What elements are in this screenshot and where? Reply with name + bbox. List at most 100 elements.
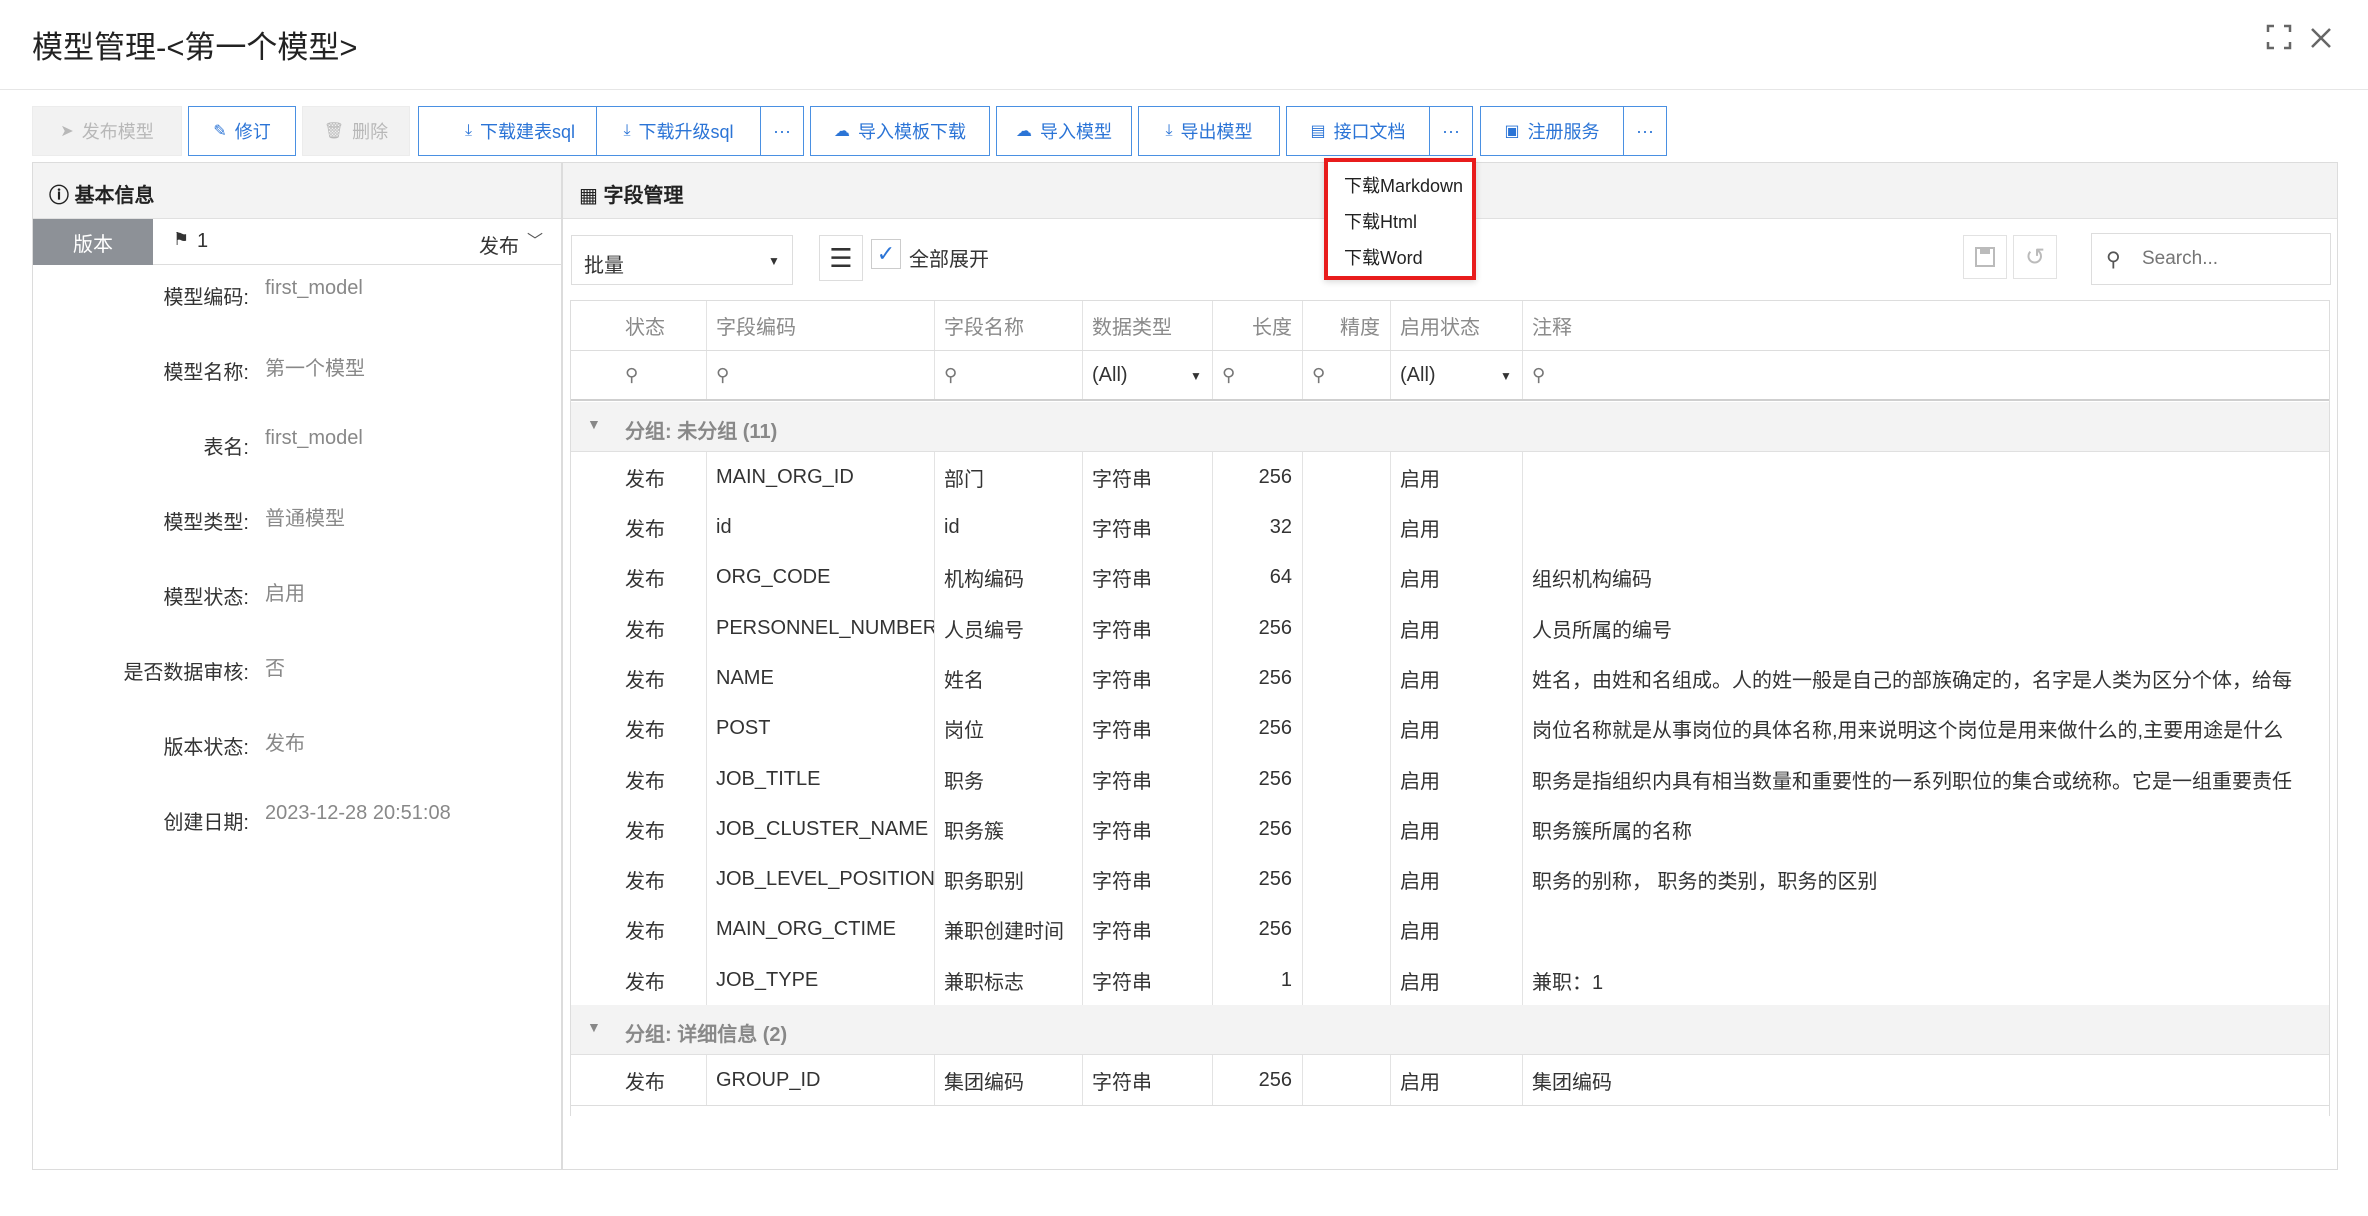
table-row[interactable]: 发布 GROUP_ID 集团编码 字符串 256 启用 集团编码	[571, 1055, 2329, 1106]
table-cell: 组织机构编码	[1532, 569, 1652, 592]
filter-search[interactable]: ⚲	[934, 351, 1082, 399]
import-template-download-button[interactable]: ☁ 导入模板下载	[810, 106, 990, 156]
col-enabled[interactable]: 启用状态	[1390, 301, 1522, 350]
import-model-button[interactable]: ☁ 导入模型	[996, 106, 1132, 156]
table-cell: 集团编码	[1532, 1071, 1612, 1094]
filter-search[interactable]: ⚲	[571, 351, 706, 399]
upgrade-sql-more-button[interactable]: ···	[760, 106, 804, 156]
table-row[interactable]: 发布 JOB_TITLE 职务 字符串 256 启用 职务是指组织内具有相当数量和重要性的一…	[571, 753, 2329, 805]
delete-button[interactable]: 🗑 删除	[302, 106, 410, 156]
close-icon[interactable]	[2304, 24, 2338, 58]
table-cell: 字符串	[1092, 770, 1152, 793]
table-row[interactable]: 发布 MAIN_ORG_CTIME 兼职创建时间 字符串 256 启用	[571, 904, 2329, 956]
expand-all-checkbox[interactable]: ✓	[871, 239, 901, 269]
group-row[interactable]: ▼ 分组: 详细信息 (2)	[571, 1005, 2329, 1055]
table-cell: 256	[1258, 767, 1292, 790]
table-cell	[1302, 704, 1390, 755]
download-markdown-item[interactable]: 下载Markdown	[1344, 172, 1463, 198]
basic-info-panel: ⓘ 基本信息 版本 ⚑ 1 发布 ﹀ 模型编码: first_model 模型名称:…	[32, 162, 563, 1170]
filter-search[interactable]: ⚲	[1302, 351, 1390, 399]
field-grid: 状态 字段编码 字段名称 数据类型 长度 精度 启用状态 注释 ⚲ ⚲ ⚲ (All) ▼ ⚲ ⚲ (All…	[570, 300, 2330, 1116]
table-cell: PERSONNEL_NUMBER	[716, 616, 934, 639]
version-tab[interactable]: 版本	[33, 219, 153, 265]
register-service-button[interactable]: ▣ 注册服务	[1480, 106, 1624, 156]
filter-select[interactable]: (All) ▼	[1082, 351, 1212, 399]
col-field-name[interactable]: 字段名称	[934, 301, 1082, 350]
table-cell: 启用	[1400, 971, 1440, 994]
download-create-sql-button[interactable]: ⤓ 下载建表sql	[418, 106, 622, 156]
save-icon[interactable]	[1963, 235, 2007, 279]
table-row[interactable]: 发布 MAIN_ORG_ID 部门 字符串 256 启用	[571, 452, 2329, 503]
info-label: 模型类型:	[163, 512, 249, 534]
search-icon: ⚲	[2106, 249, 2121, 271]
table-cell: MAIN_ORG_ID	[716, 465, 854, 488]
col-length[interactable]: 长度	[1212, 301, 1302, 350]
search-box[interactable]: ⚲	[2091, 233, 2331, 285]
table-cell: 256	[1258, 918, 1292, 941]
version-status-select[interactable]: 发布	[479, 230, 519, 259]
table-cell: 兼职标志	[944, 971, 1024, 994]
table-row[interactable]: 发布 id id 字符串 32 启用	[571, 502, 2329, 553]
col-status[interactable]: 状态	[571, 301, 706, 350]
download-upgrade-sql-button[interactable]: ⤓ 下载升级sql	[596, 106, 761, 156]
menu-icon[interactable]: ☰	[819, 235, 863, 281]
publish-model-button[interactable]: ➤ 发布模型	[32, 106, 182, 156]
info-label: 模型名称:	[163, 362, 249, 384]
table-cell: 职务是指组织内具有相当数量和重要性的一系列职位的集合或统称。它是一组重要责任	[1532, 770, 2292, 793]
batch-select[interactable]: 批量 ▼	[571, 235, 793, 285]
version-number: 1	[197, 230, 209, 252]
filter-search[interactable]: ⚲	[706, 351, 934, 399]
col-precision[interactable]: 精度	[1302, 301, 1390, 350]
table-cell: 字符串	[1092, 720, 1152, 743]
table-icon: ▦	[579, 185, 598, 207]
api-docs-more-button[interactable]: ···	[1429, 106, 1473, 156]
filter-search[interactable]: ⚲	[1522, 351, 2329, 399]
filter-search[interactable]: ⚲	[1212, 351, 1302, 399]
download-word-item[interactable]: 下载Word	[1344, 244, 1423, 270]
table-cell	[1302, 854, 1390, 905]
table-cell	[1302, 905, 1390, 956]
col-data-type[interactable]: 数据类型	[1082, 301, 1212, 350]
table-cell: 字符串	[1092, 569, 1152, 592]
download-html-item[interactable]: 下载Html	[1344, 208, 1417, 234]
collapse-caret-icon[interactable]: ▼	[587, 1019, 601, 1035]
filter-select[interactable]: (All) ▼	[1390, 351, 1522, 399]
table-row[interactable]: 发布 NAME 姓名 字符串 256 启用 姓名，由姓和名组成。人的姓一般是自己的部族确定的…	[571, 653, 2329, 704]
table-row[interactable]: 发布 POST 岗位 字符串 256 启用 岗位名称就是从事岗位的具体名称,用来说明这个岗位…	[571, 703, 2329, 755]
table-cell: 发布	[625, 519, 665, 542]
download-icon: ⤓	[623, 122, 631, 139]
table-cell: 启用	[1400, 569, 1440, 592]
export-model-button[interactable]: ⤓ 导出模型	[1138, 106, 1280, 156]
table-cell: GROUP_ID	[716, 1068, 821, 1091]
table-cell: 字符串	[1092, 669, 1152, 692]
revise-button[interactable]: ✎ 修订	[188, 106, 296, 156]
maximize-icon[interactable]	[2262, 24, 2296, 58]
col-comment[interactable]: 注释	[1522, 301, 2329, 350]
table-cell: 集团编码	[944, 1071, 1024, 1094]
table-row[interactable]: 发布 JOB_CLUSTER_NAME 职务簇 字符串 256 启用 职务簇所属的名称	[571, 804, 2329, 855]
table-cell: 字符串	[1092, 468, 1152, 491]
info-value: 普通模型	[265, 508, 345, 530]
api-docs-button[interactable]: ▤ 接口文档	[1286, 106, 1430, 156]
version-selector[interactable]: ⚑ 1 发布 ﹀	[153, 219, 563, 265]
table-row[interactable]: 发布 JOB_TYPE 兼职标志 字符串 1 启用 兼职：1	[571, 955, 2329, 1006]
register-service-more-button[interactable]: ···	[1623, 106, 1667, 156]
table-row[interactable]: 发布 ORG_CODE 机构编码 字符串 64 启用 组织机构编码	[571, 552, 2329, 604]
table-cell: 字符串	[1092, 871, 1152, 894]
undo-icon[interactable]: ↺	[2013, 235, 2057, 279]
col-field-code[interactable]: 字段编码	[706, 301, 934, 350]
download-icon: ⤓	[464, 122, 473, 139]
group-label: 分组: 未分组 (11)	[625, 421, 778, 443]
table-cell: 256	[1258, 817, 1292, 840]
info-value: 启用	[265, 583, 305, 605]
table-cell: 部门	[944, 468, 984, 491]
group-row[interactable]: ▼ 分组: 未分组 (11)	[571, 402, 2329, 452]
search-input[interactable]	[2142, 244, 2322, 274]
table-cell: 人员所属的编号	[1532, 619, 1672, 642]
table-cell: 启用	[1400, 820, 1440, 843]
table-cell: 启用	[1400, 770, 1440, 793]
table-row[interactable]: 发布 JOB_LEVEL_POSITION 职务职别 字符串 256 启用 职务的别称， 职…	[571, 854, 2329, 905]
table-row[interactable]: 发布 PERSONNEL_NUMBER 人员编号 字符串 256 启用 人员所属的编号	[571, 602, 2329, 654]
chevron-down-icon: ▼	[768, 254, 780, 268]
collapse-caret-icon[interactable]: ▼	[587, 416, 601, 432]
